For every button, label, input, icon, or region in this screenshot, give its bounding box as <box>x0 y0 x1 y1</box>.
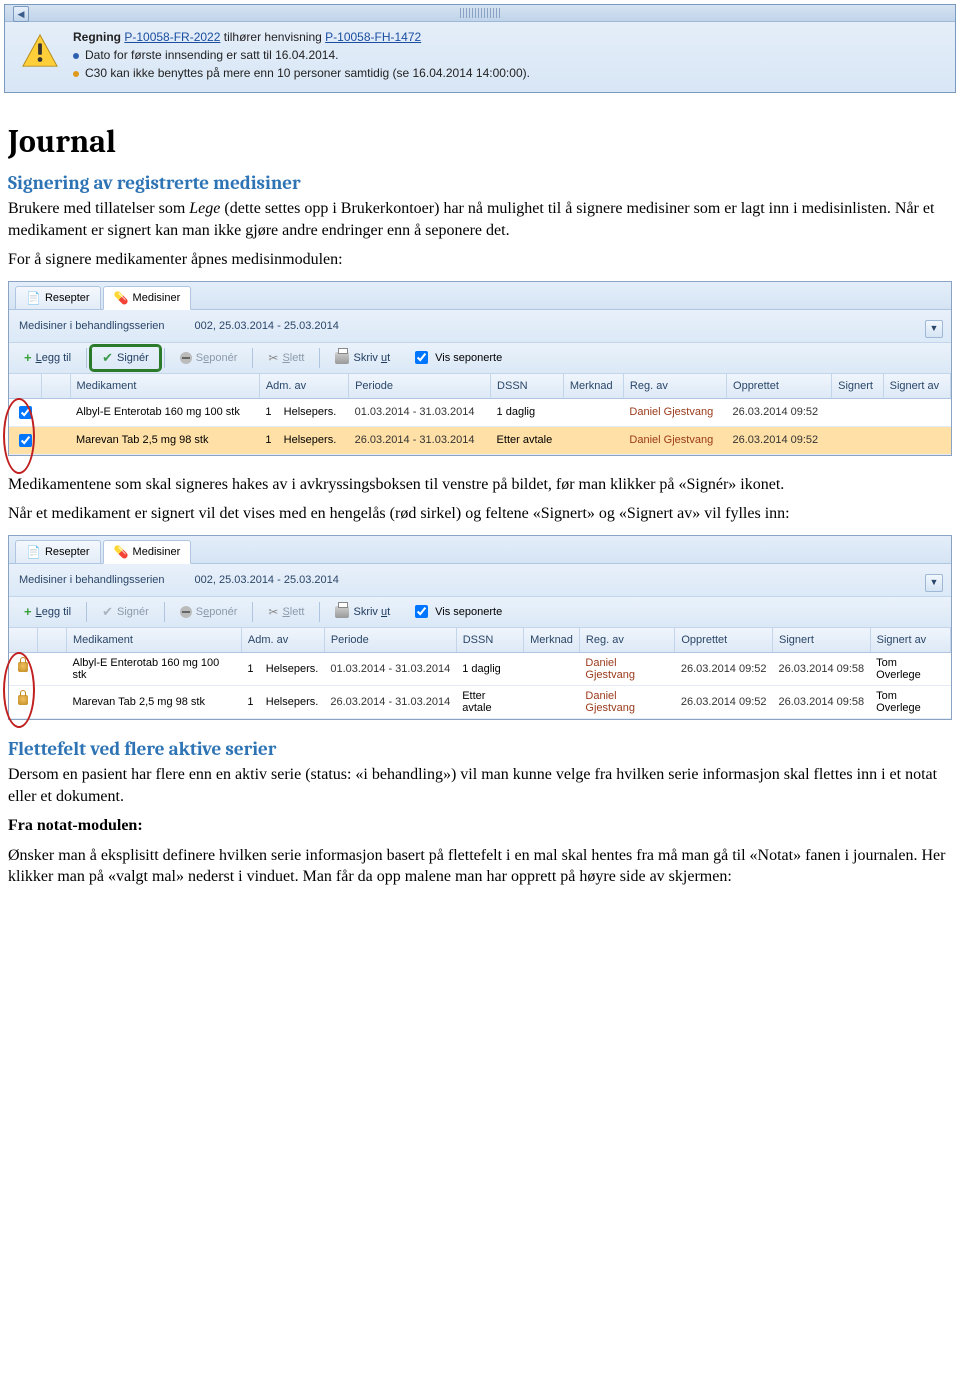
resepter-icon: 📄 <box>26 291 41 305</box>
seponer-icon <box>180 606 192 618</box>
plus-icon: + <box>24 350 32 365</box>
legg-til-button[interactable]: +Legg til <box>13 346 82 369</box>
table-row[interactable]: Marevan Tab 2,5 mg 98 stk 1 Helsepers. 2… <box>9 426 951 454</box>
medisin-table: Medikament Adm. av Periode DSSN Merknad … <box>9 374 951 455</box>
scissors-icon: ✂ <box>268 351 278 365</box>
medisin-table-signed: Medikament Adm. av Periode DSSN Merknad … <box>9 628 951 719</box>
para-5: Dersom en pasient har flere enn en aktiv… <box>8 764 952 807</box>
warning-icon <box>21 32 59 73</box>
henvisning-link[interactable]: P-10058-FH-1472 <box>325 30 421 44</box>
row-checkbox[interactable] <box>19 406 32 419</box>
tab-medisiner[interactable]: 💊Medisiner <box>103 286 192 310</box>
bullet-blue-icon <box>73 53 79 59</box>
plus-icon: + <box>24 604 32 619</box>
heading-journal: Journal <box>8 123 960 160</box>
bullet-orange-icon <box>73 71 79 77</box>
tab-medisiner[interactable]: 💊Medisiner <box>103 540 192 564</box>
lock-icon <box>18 695 28 705</box>
heading-flettefelt: Flettefelt ved flere aktive serier <box>8 738 960 760</box>
tab-resepter[interactable]: 📄Resepter <box>15 540 101 563</box>
table-row[interactable]: Marevan Tab 2,5 mg 98 stk 1 Helsepers. 2… <box>9 685 951 718</box>
scissors-icon: ✂ <box>268 605 278 619</box>
slett-button[interactable]: ✂Slett <box>257 347 315 369</box>
regning-label: Regning <box>73 30 121 44</box>
vis-seponerte-checkbox[interactable]: Vis seponerte <box>411 602 502 621</box>
seponer-button[interactable]: Seponér <box>169 602 249 622</box>
print-icon <box>335 352 349 364</box>
vis-seponerte-checkbox[interactable]: Vis seponerte <box>411 348 502 367</box>
notification-text: Regning P-10058-FR-2022 tilhører henvisn… <box>73 28 530 82</box>
medisiner-icon: 💊 <box>114 545 129 559</box>
table-row[interactable]: Albyl-E Enterotab 160 mg 100 stk 1 Helse… <box>9 652 951 685</box>
para-1: Brukere med tillatelser som Lege (dette … <box>8 198 952 241</box>
check-icon: ✔ <box>102 350 113 366</box>
medisiner-icon: 💊 <box>114 291 129 305</box>
heading-signering: Signering av registrerte medisiner <box>8 172 960 194</box>
grip-icon <box>460 8 500 18</box>
para-6: Fra notat-modulen: <box>8 815 952 837</box>
regning-link[interactable]: P-10058-FR-2022 <box>124 30 220 44</box>
chevron-down-icon[interactable]: ▼ <box>925 320 943 338</box>
skriv-ut-button[interactable]: Skriv ut <box>324 602 401 622</box>
para-3: Medikamentene som skal signeres hakes av… <box>8 474 952 496</box>
series-info: Medisiner i behandlingsserien 002, 25.03… <box>9 564 951 596</box>
tab-resepter[interactable]: 📄Resepter <box>15 286 101 309</box>
toolbar: +Legg til ✔Signér Seponér ✂Slett Skriv u… <box>9 596 951 628</box>
seponer-button[interactable]: Seponér <box>169 348 249 368</box>
skriv-ut-button[interactable]: Skriv ut <box>324 348 401 368</box>
resepter-icon: 📄 <box>26 545 41 559</box>
check-icon: ✔ <box>102 604 113 620</box>
signer-button[interactable]: ✔Signér <box>91 346 160 370</box>
signer-button[interactable]: ✔Signér <box>91 600 160 624</box>
chevron-down-icon[interactable]: ▼ <box>925 574 943 592</box>
seponer-icon <box>180 352 192 364</box>
para-4: Når et medikament er signert vil det vis… <box>8 503 952 525</box>
table-row[interactable]: Albyl-E Enterotab 160 mg 100 stk 1 Helse… <box>9 398 951 426</box>
notification-titlebar: ◀ <box>5 5 955 22</box>
series-info: Medisiner i behandlingsserien 002, 25.03… <box>9 310 951 342</box>
print-icon <box>335 606 349 618</box>
medisin-module-before: 📄Resepter 💊Medisiner Medisiner i behandl… <box>8 281 952 456</box>
medisin-module-after: 📄Resepter 💊Medisiner Medisiner i behandl… <box>8 535 952 720</box>
toolbar: +Legg til ✔Signér Seponér ✂Slett Skriv u… <box>9 342 951 374</box>
row-checkbox[interactable] <box>19 434 32 447</box>
para-2: For å signere medikamenter åpnes medisin… <box>8 249 952 271</box>
lock-icon <box>18 662 28 672</box>
legg-til-button[interactable]: +Legg til <box>13 600 82 623</box>
para-7: Ønsker man å eksplisitt definere hvilken… <box>8 845 952 888</box>
back-arrow-icon[interactable]: ◀ <box>13 6 29 22</box>
notification-panel: ◀ Regning P-10058-FR-2022 tilhører henvi… <box>4 4 956 93</box>
slett-button[interactable]: ✂Slett <box>257 601 315 623</box>
